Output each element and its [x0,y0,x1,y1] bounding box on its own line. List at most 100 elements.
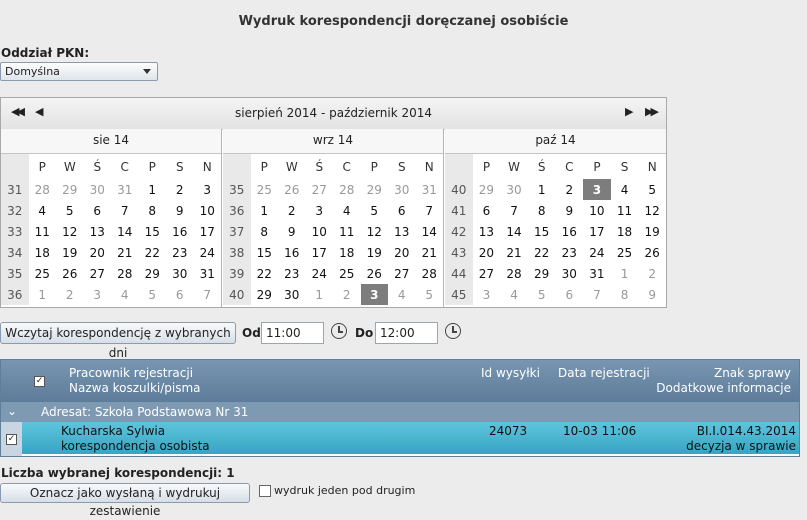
calendar-day[interactable]: 16 [278,242,306,263]
calendar-day-selected[interactable]: 3 [360,284,388,305]
calendar-day[interactable]: 11 [611,200,639,221]
calendar-day[interactable]: 4 [611,179,639,200]
calendar-day[interactable]: 3 [84,284,112,305]
calendar-day[interactable]: 1 [139,179,167,200]
calendar-day[interactable]: 11 [333,221,361,242]
calendar-day[interactable]: 21 [111,242,139,263]
calendar-day[interactable]: 28 [29,179,57,200]
calendar-day[interactable]: 4 [29,200,57,221]
calendar-day[interactable]: 10 [194,200,222,221]
calendar-day[interactable]: 28 [333,179,361,200]
load-correspondence-button[interactable]: Wczytaj korespondencję z wybranych dni [0,322,236,360]
calendar-day[interactable]: 24 [583,242,611,263]
calendar-day[interactable]: 18 [611,221,639,242]
calendar-day[interactable]: 1 [29,284,57,305]
calendar-day[interactable]: 2 [56,284,84,305]
from-time-input[interactable]: 11:00 [261,322,324,344]
calendar-day[interactable]: 19 [638,221,666,242]
header-date[interactable]: Data rejestracji [558,366,650,381]
calendar-day[interactable]: 8 [139,200,167,221]
to-time-input[interactable]: 12:00 [375,322,438,344]
calendar-day[interactable]: 21 [416,242,444,263]
calendar-day[interactable]: 26 [638,242,666,263]
calendar-day[interactable]: 19 [56,242,84,263]
calendar-day[interactable]: 4 [333,200,361,221]
calendar-day[interactable]: 7 [111,200,139,221]
calendar-day[interactable]: 6 [84,200,112,221]
calendar-day[interactable]: 6 [388,200,416,221]
header-employee[interactable]: Pracownik rejestracji Nazwa koszulki/pis… [69,366,201,396]
calendar-day[interactable]: 1 [306,284,334,305]
calendar-day[interactable]: 4 [388,284,416,305]
calendar-day[interactable]: 15 [251,242,279,263]
calendar-day[interactable]: 24 [306,263,334,284]
calendar-day[interactable]: 5 [139,284,167,305]
collapse-chevron-icon[interactable]: ⌄ [7,404,17,418]
calendar-day[interactable]: 29 [473,179,501,200]
calendar-day[interactable]: 15 [528,221,556,242]
calendar-day[interactable]: 16 [556,221,584,242]
branch-select[interactable]: Domyślna [0,62,158,81]
clock-icon[interactable] [445,323,461,339]
calendar-day[interactable]: 29 [56,179,84,200]
table-row[interactable]: Kucharska Sylwia korespondencja osobista… [22,422,799,454]
calendar-day[interactable]: 26 [361,263,389,284]
calendar-day[interactable]: 31 [416,179,444,200]
calendar-day[interactable]: 29 [361,179,389,200]
calendar-day[interactable]: 10 [583,200,611,221]
calendar-day[interactable]: 6 [473,200,501,221]
calendar-day[interactable]: 12 [638,200,666,221]
calendar-day[interactable]: 24 [194,242,222,263]
calendar-day[interactable]: 28 [500,263,528,284]
calendar-day[interactable]: 4 [500,284,528,305]
calendar-day[interactable]: 20 [84,242,112,263]
calendar-day[interactable]: 7 [500,200,528,221]
calendar-day[interactable]: 31 [194,263,222,284]
calendar-day[interactable]: 8 [528,200,556,221]
calendar-day[interactable]: 30 [388,179,416,200]
calendar-day[interactable]: 1 [251,200,279,221]
calendar-day[interactable]: 25 [333,263,361,284]
calendar-day[interactable]: 30 [84,179,112,200]
calendar-day-selected[interactable]: 3 [583,179,611,200]
calendar-day[interactable]: 22 [528,242,556,263]
row-checkbox[interactable]: ✓ [6,434,17,445]
calendar-day[interactable]: 2 [166,179,194,200]
calendar-day[interactable]: 14 [416,221,444,242]
calendar-day[interactable]: 2 [638,263,666,284]
calendar-day[interactable]: 27 [306,179,334,200]
calendar-day[interactable]: 27 [84,263,112,284]
calendar-day[interactable]: 19 [361,242,389,263]
calendar-day[interactable]: 17 [583,221,611,242]
calendar-day[interactable]: 5 [361,200,389,221]
clock-icon[interactable] [331,323,347,339]
select-all-checkbox[interactable]: ✓ [34,376,45,387]
next-month-button[interactable]: ▶ [625,105,634,118]
last-month-button[interactable]: ▶▶ [645,105,659,118]
calendar-day[interactable]: 9 [166,200,194,221]
calendar-day[interactable]: 29 [251,284,279,305]
calendar-day[interactable]: 16 [166,221,194,242]
calendar-day[interactable]: 28 [416,263,444,284]
calendar-day[interactable]: 17 [194,221,222,242]
calendar-day[interactable]: 8 [251,221,279,242]
calendar-day[interactable]: 12 [361,221,389,242]
calendar-day[interactable]: 23 [278,263,306,284]
calendar-day[interactable]: 25 [611,242,639,263]
calendar-day[interactable]: 2 [556,179,584,200]
calendar-day[interactable]: 12 [56,221,84,242]
calendar-day[interactable]: 7 [583,284,611,305]
calendar-day[interactable]: 31 [583,263,611,284]
calendar-day[interactable]: 20 [388,242,416,263]
calendar-day[interactable]: 5 [638,179,666,200]
calendar-day[interactable]: 23 [556,242,584,263]
calendar-day[interactable]: 5 [56,200,84,221]
calendar-day[interactable]: 29 [528,263,556,284]
calendar-day[interactable]: 3 [194,179,222,200]
calendar-day[interactable]: 14 [111,221,139,242]
calendar-day[interactable]: 21 [500,242,528,263]
calendar-day[interactable]: 6 [166,284,194,305]
calendar-day[interactable]: 5 [416,284,444,305]
calendar-day[interactable]: 30 [278,284,306,305]
calendar-day[interactable]: 18 [29,242,57,263]
